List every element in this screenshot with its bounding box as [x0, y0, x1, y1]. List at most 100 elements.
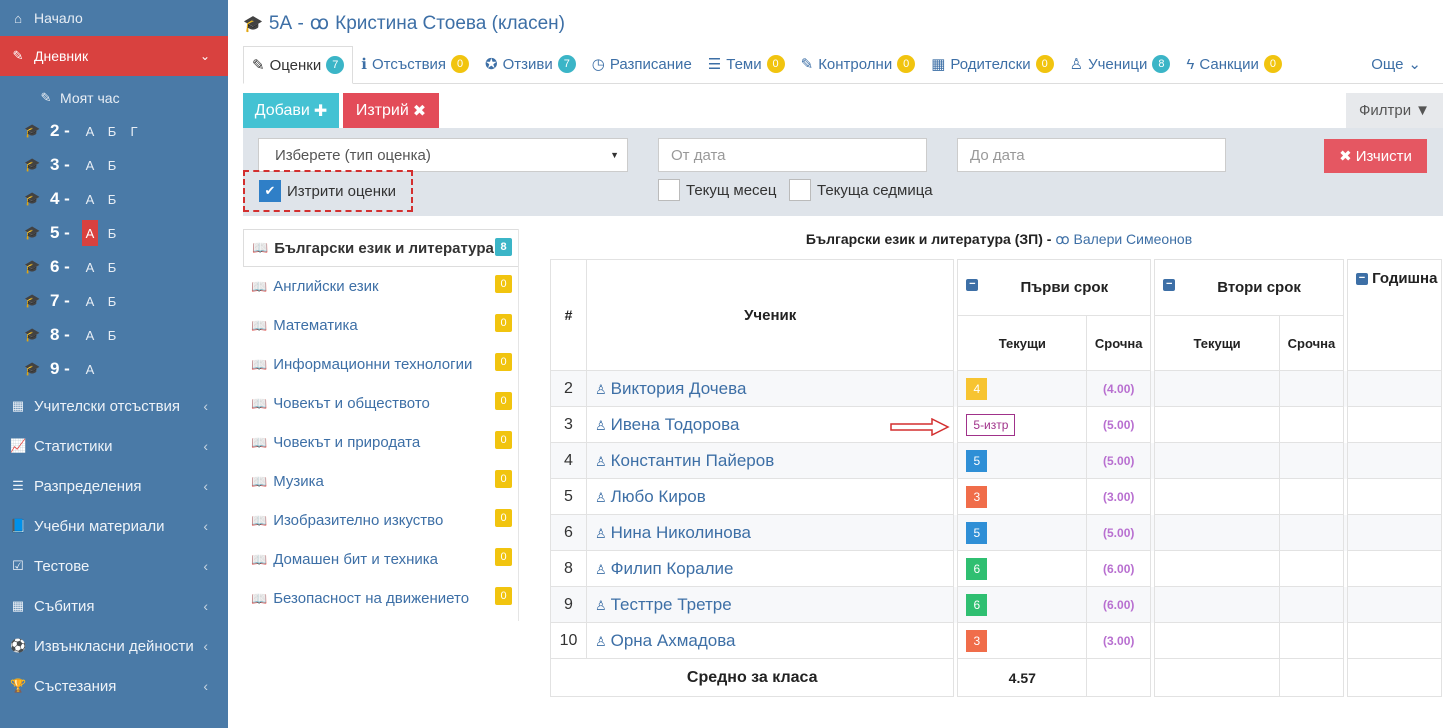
class-number[interactable]: 2 -	[50, 121, 76, 141]
sidebar-menu-item[interactable]: 🏆 Състезания ‹	[0, 666, 228, 706]
grade-badge[interactable]: 5-изтр	[966, 413, 1016, 436]
grade-badge[interactable]: 3	[966, 629, 988, 652]
empty-cell	[1154, 622, 1280, 659]
grade-badge[interactable]: 3	[966, 485, 988, 508]
grade-badge[interactable]: 6	[966, 593, 988, 616]
student-name[interactable]: Ивена Тодорова	[611, 415, 740, 434]
subject-teacher[interactable]: Валери Симеонов	[1073, 231, 1192, 247]
student-number: 5	[550, 478, 587, 515]
class-number[interactable]: 9 -	[50, 359, 76, 379]
subject-item[interactable]: 📖 Английски език 0	[243, 267, 518, 306]
sidebar-menu-item[interactable]: ☑ Тестове ‹	[0, 546, 228, 586]
class-letter-link[interactable]: А	[82, 220, 98, 246]
class-letter-link[interactable]: Б	[104, 288, 120, 314]
tab-more[interactable]: Още ⌄	[1363, 45, 1429, 83]
class-letter-link[interactable]: А	[82, 152, 98, 178]
from-date-input[interactable]: От дата	[658, 138, 927, 172]
filters-button[interactable]: Филтри ▼	[1346, 93, 1443, 128]
student-name[interactable]: Любо Киров	[611, 487, 706, 506]
sidebar-item-home[interactable]: ⌂ Начало	[0, 0, 228, 36]
subject-item[interactable]: 📖 Човекът и обществото 0	[243, 384, 518, 423]
sidebar-menu-item[interactable]: ▦ Събития ‹	[0, 586, 228, 626]
sidebar-menu-item[interactable]: ☰ Разпределения ‹	[0, 466, 228, 506]
grade-badge[interactable]: 5	[966, 449, 988, 472]
tab-0[interactable]: ✎ Оценки 7	[243, 46, 354, 84]
class-letter-link[interactable]: Б	[104, 322, 120, 348]
tab-3[interactable]: ◷ Разписание	[584, 45, 700, 83]
sidebar-menu-item[interactable]: 📈 Статистики ‹	[0, 426, 228, 466]
subject-item[interactable]: 📖 Домашен бит и техника 0	[243, 540, 518, 579]
class-letter-link[interactable]: А	[82, 322, 98, 348]
tab-8[interactable]: ϟ Санкции 0	[1178, 45, 1290, 83]
class-letter-link[interactable]: А	[82, 118, 98, 144]
class-letter-link[interactable]: Б	[104, 186, 120, 212]
student-name[interactable]: Филип Коралие	[611, 559, 734, 578]
student-name[interactable]: Нина Николинова	[611, 523, 751, 542]
grade-badge[interactable]: 6	[966, 557, 988, 580]
term2-header[interactable]: − Втори срок	[1154, 259, 1344, 316]
subject-item[interactable]: 📖 Български език и литература 8	[243, 229, 518, 267]
class-letter-link[interactable]: А	[82, 356, 98, 382]
collapse-icon[interactable]: −	[966, 279, 979, 291]
sidebar-menu-item[interactable]: 📘 Учебни материали ‹	[0, 506, 228, 546]
tab-5[interactable]: ✎ Контролни 0	[793, 45, 924, 83]
subject-item[interactable]: 📖 Безопасност на движението 0	[243, 579, 518, 618]
class-letter-link[interactable]: А	[82, 288, 98, 314]
add-button[interactable]: Добави ✚	[243, 93, 339, 128]
tab-7[interactable]: ♙ Ученици 8	[1062, 45, 1179, 83]
class-number[interactable]: 4 -	[50, 189, 76, 209]
count-badge: 0	[495, 470, 512, 488]
class-letter-link[interactable]: А	[82, 254, 98, 280]
tab-4[interactable]: ☰ Теми 0	[700, 45, 793, 83]
tab-2[interactable]: ✪ Отзиви 7	[477, 45, 584, 83]
grade-badge[interactable]: 4	[966, 377, 988, 400]
class-letter-link[interactable]: Б	[104, 152, 120, 178]
current-month-checkbox[interactable]: Текущ месец	[658, 179, 777, 201]
grade-badge[interactable]: 5	[966, 521, 988, 544]
class-number[interactable]: 6 -	[50, 257, 76, 277]
subject-item[interactable]: 📖 Математика 0	[243, 306, 518, 345]
class-number[interactable]: 5 -	[50, 223, 76, 243]
chevron-left-icon: ‹	[203, 678, 208, 694]
subject-item[interactable]: 📖 Музика 0	[243, 462, 518, 501]
subject-item[interactable]: 📖 Изобразително изкуство 0	[243, 501, 518, 540]
to-date-input[interactable]: До дата	[957, 138, 1226, 172]
class-letter-link[interactable]: А	[82, 186, 98, 212]
sidebar-menu-item[interactable]: ⚽ Извънкласни дейности ‹	[0, 626, 228, 666]
class-number[interactable]: 7 -	[50, 291, 76, 311]
student-name[interactable]: Тесттре Третре	[611, 595, 732, 614]
sidebar-item-my-hour[interactable]: ✎ Моят час	[0, 82, 228, 114]
subject-item[interactable]: 📖 Човекът и природата 0	[243, 423, 518, 462]
tab-label: Оценки	[269, 56, 322, 74]
book-icon: 📖	[251, 551, 268, 567]
class-number[interactable]: 8 -	[50, 325, 76, 345]
collapse-icon[interactable]: −	[1355, 273, 1368, 286]
class-letter-link[interactable]: Г	[126, 118, 142, 144]
sidebar-menu-item[interactable]: ▦ Учителски отсъствия ‹	[0, 386, 228, 426]
tab-6[interactable]: ▦ Родителски 0	[923, 45, 1061, 83]
collapse-icon[interactable]: −	[1163, 279, 1176, 291]
teacher-name[interactable]: Кристина Стоева (класен)	[335, 13, 565, 35]
subject-item[interactable]: 📖 Информационни технологии 0	[243, 345, 518, 384]
class-letter-link[interactable]: Б	[104, 220, 120, 246]
sidebar-item-label: Дневник	[34, 48, 89, 64]
class-letter-link[interactable]: Б	[104, 254, 120, 280]
grade-type-select[interactable]: Изберете (тип оценка) ▼	[258, 138, 628, 172]
current-week-checkbox[interactable]: Текуща седмица	[789, 179, 933, 201]
student-name[interactable]: Виктория Дочева	[611, 379, 747, 398]
class-number[interactable]: 3 -	[50, 155, 76, 175]
class-row: 🎓 6 - АБ	[0, 250, 228, 284]
tab-1[interactable]: ℹ Отсъствия 0	[353, 45, 477, 83]
sidebar-item-diary[interactable]: ✎ Дневник ⌄	[0, 36, 228, 76]
yearly-header[interactable]: − Годишна	[1346, 259, 1443, 371]
student-name[interactable]: Орна Ахмадова	[611, 631, 736, 650]
student-name[interactable]: Константин Пайеров	[611, 451, 775, 470]
deleted-grades-checkbox[interactable]: ✔ Изтрити оценки	[243, 170, 413, 212]
current-month-label: Текущ месец	[686, 181, 777, 199]
class-letter-link[interactable]: Б	[104, 118, 120, 144]
book-icon: 📖	[251, 590, 268, 606]
clear-button[interactable]: ✖ Изчисти	[1324, 139, 1427, 173]
empty-cell	[1278, 370, 1344, 407]
term1-header[interactable]: − Първи срок	[957, 259, 1152, 316]
delete-button[interactable]: Изтрий ✖	[343, 93, 439, 128]
